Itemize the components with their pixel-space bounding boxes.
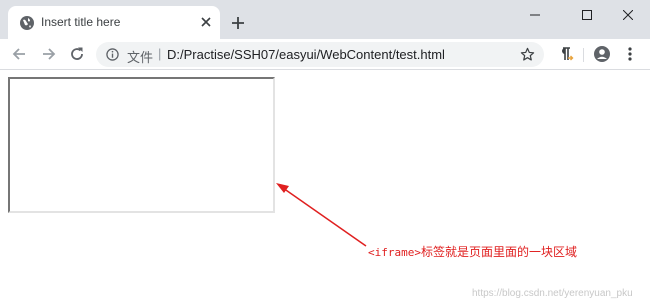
reload-icon[interactable] [68, 45, 86, 63]
annotation-text: 标签就是页面里面的一块区域 [420, 245, 577, 259]
tab-active[interactable]: Insert title here [8, 6, 220, 39]
close-icon [623, 10, 633, 20]
close-icon[interactable] [198, 14, 214, 30]
tab-strip: Insert title here [0, 0, 650, 39]
maximize-icon [582, 10, 592, 20]
three-dot-menu-icon[interactable] [622, 45, 638, 63]
address-bar[interactable]: 文件 | D:/Practise/SSH07/easyui/WebContent… [96, 42, 544, 67]
window-close-button[interactable] [606, 0, 650, 30]
annotation-label: <iframe>标签就是页面里面的一块区域 [368, 243, 577, 260]
minimize-button[interactable] [512, 0, 558, 30]
info-icon[interactable] [106, 48, 119, 61]
browser-toolbar: 文件 | D:/Practise/SSH07/easyui/WebContent… [0, 39, 650, 70]
address-separator: | [158, 46, 162, 61]
new-tab-icon[interactable] [230, 15, 246, 31]
profile-icon[interactable] [593, 45, 611, 63]
maximize-button[interactable] [564, 0, 610, 30]
url-text[interactable]: D:/Practise/SSH07/easyui/WebContent/test… [167, 47, 445, 62]
watermark: https://blog.csdn.net/yerenyuan_pku [472, 288, 633, 299]
iframe-region[interactable] [8, 77, 275, 213]
minimize-icon [530, 14, 540, 16]
paragraph-extension-icon[interactable] [556, 45, 574, 63]
star-icon[interactable] [520, 47, 535, 62]
globe-icon [20, 16, 34, 30]
file-scheme-label: 文件 [127, 51, 154, 66]
tab-title: Insert title here [41, 15, 121, 29]
back-arrow-icon[interactable] [10, 45, 28, 63]
toolbar-divider [583, 48, 584, 62]
annotation-code: <iframe> [368, 246, 421, 259]
forward-arrow-icon[interactable] [40, 45, 58, 63]
